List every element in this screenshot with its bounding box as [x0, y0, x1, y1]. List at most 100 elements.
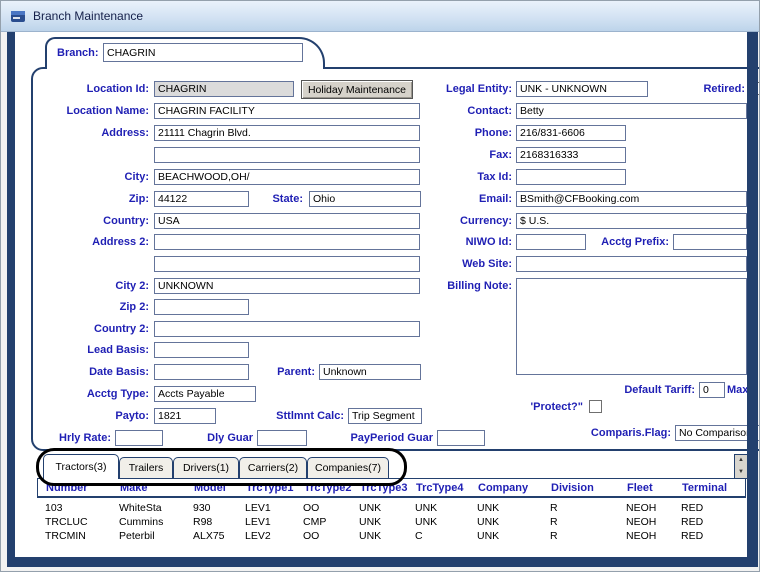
location-id-field[interactable]: [154, 81, 294, 97]
default-tariff-label: Default Tariff:: [599, 382, 695, 398]
location-name-field[interactable]: [154, 103, 420, 119]
web-site-label: Web Site:: [413, 256, 512, 272]
tab-carriers[interactable]: Carriers(2): [239, 457, 307, 478]
zip-field[interactable]: [154, 191, 249, 207]
branch-label: Branch:: [57, 45, 107, 61]
column-header-number[interactable]: Number: [46, 482, 120, 494]
acctg-prefix-field[interactable]: [673, 234, 747, 250]
acctg-type-label: Acctg Type:: [31, 386, 149, 402]
email-field[interactable]: [516, 191, 747, 207]
cell-company: UNK: [477, 530, 550, 542]
grid-scrollbar-buttons[interactable]: ▲ ▼: [734, 454, 748, 479]
country2-field[interactable]: [154, 321, 420, 337]
cell-terminal: RED: [681, 502, 741, 514]
contact-field[interactable]: [516, 103, 747, 119]
column-header-company[interactable]: Company: [478, 482, 551, 494]
state-label: State:: [241, 191, 303, 207]
web-site-field[interactable]: [516, 256, 747, 272]
cell-fleet: NEOH: [626, 530, 681, 542]
location-id-label: Location Id:: [31, 81, 149, 97]
holiday-maintenance-button[interactable]: Holiday Maintenance: [301, 80, 413, 99]
city-field[interactable]: [154, 169, 420, 185]
date-basis-field[interactable]: [154, 364, 249, 380]
cell-make: WhiteSta: [119, 502, 193, 514]
niwo-id-label: NIWO Id:: [413, 234, 512, 250]
dly-guar-field[interactable]: [257, 430, 307, 446]
zip2-label: Zip 2:: [31, 299, 149, 315]
grid-header-row: Number Make Model TrcType1 TrcType2 TrcT…: [37, 479, 746, 498]
email-label: Email:: [413, 191, 512, 207]
payto-field[interactable]: [154, 408, 216, 424]
city2-field[interactable]: [154, 278, 420, 294]
phone-field[interactable]: [516, 125, 626, 141]
payto-label: Payto:: [31, 408, 149, 424]
column-header-trctype4[interactable]: TrcType4: [416, 482, 478, 494]
parent-field[interactable]: [319, 364, 421, 380]
cell-division: R: [550, 516, 626, 528]
window-title: Branch Maintenance: [33, 9, 143, 23]
state-field[interactable]: [309, 191, 421, 207]
currency-field[interactable]: [516, 213, 747, 229]
column-header-division[interactable]: Division: [551, 482, 627, 494]
tab-tractors[interactable]: Tractors(3): [43, 454, 119, 479]
billing-note-field[interactable]: [516, 278, 747, 375]
parent-label: Parent:: [253, 364, 315, 380]
table-row[interactable]: 103 WhiteSta 930 LEV1 OO UNK UNK UNK R N…: [37, 501, 746, 515]
comparis-flag-label: Comparis.Flag:: [574, 425, 671, 441]
tab-trailers[interactable]: Trailers: [119, 457, 173, 478]
default-tariff-field[interactable]: [699, 382, 725, 398]
sttlmnt-calc-field[interactable]: [348, 408, 422, 424]
niwo-id-field[interactable]: [516, 234, 586, 250]
column-header-trctype2[interactable]: TrcType2: [304, 482, 360, 494]
billing-note-label: Billing Note:: [413, 278, 512, 294]
window-frame-left: [7, 32, 15, 567]
table-row[interactable]: TRCMIN Peterbil ALX75 LEV2 OO UNK C UNK …: [37, 529, 746, 543]
zip2-field[interactable]: [154, 299, 249, 315]
tab-drivers[interactable]: Drivers(1): [173, 457, 239, 478]
cell-terminal: RED: [681, 516, 741, 528]
scroll-down-icon[interactable]: ▼: [735, 467, 747, 479]
cell-trctype3: UNK: [359, 516, 415, 528]
cell-division: R: [550, 502, 626, 514]
phone-label: Phone:: [413, 125, 512, 141]
address-field-line2[interactable]: [154, 147, 420, 163]
legal-entity-field[interactable]: [516, 81, 648, 97]
payperiod-guar-field[interactable]: [437, 430, 485, 446]
acctg-type-field[interactable]: [154, 386, 256, 402]
column-header-terminal[interactable]: Terminal: [682, 482, 742, 494]
column-header-model[interactable]: Model: [194, 482, 246, 494]
window-titlebar[interactable]: Branch Maintenance: [1, 1, 759, 32]
column-header-trctype1[interactable]: TrcType1: [246, 482, 304, 494]
address2-field[interactable]: [154, 234, 420, 250]
retired-label: Retired:: [689, 81, 745, 97]
country-label: Country:: [31, 213, 149, 229]
cell-trctype3: UNK: [359, 502, 415, 514]
lead-basis-field[interactable]: [154, 342, 249, 358]
currency-label: Currency:: [413, 213, 512, 229]
scroll-up-icon[interactable]: ▲: [735, 455, 747, 467]
acctg-prefix-label: Acctg Prefix:: [584, 234, 669, 250]
hrly-rate-field[interactable]: [115, 430, 163, 446]
fax-field[interactable]: [516, 147, 626, 163]
address2-field-line2[interactable]: [154, 256, 420, 272]
date-basis-label: Date Basis:: [31, 364, 149, 380]
window-frame-bottom: [7, 557, 758, 567]
column-header-trctype3[interactable]: TrcType3: [360, 482, 416, 494]
contact-label: Contact:: [413, 103, 512, 119]
cell-trctype2: OO: [303, 530, 359, 542]
address-field[interactable]: [154, 125, 420, 141]
address-label: Address:: [31, 125, 149, 141]
cell-number: TRCMIN: [45, 530, 119, 542]
table-row[interactable]: TRCLUC Cummins R98 LEV1 CMP UNK UNK UNK …: [37, 515, 746, 529]
dly-guar-label: Dly Guar: [181, 430, 253, 446]
column-header-fleet[interactable]: Fleet: [627, 482, 682, 494]
window-frame-right: [747, 32, 758, 567]
tab-companies[interactable]: Companies(7): [307, 457, 389, 478]
country-field[interactable]: [154, 213, 420, 229]
country2-label: Country 2:: [31, 321, 149, 337]
protect-checkbox[interactable]: [589, 400, 602, 413]
cell-trctype1: LEV1: [245, 516, 303, 528]
branch-input[interactable]: [103, 43, 303, 62]
column-header-make[interactable]: Make: [120, 482, 194, 494]
tax-id-field[interactable]: [516, 169, 626, 185]
